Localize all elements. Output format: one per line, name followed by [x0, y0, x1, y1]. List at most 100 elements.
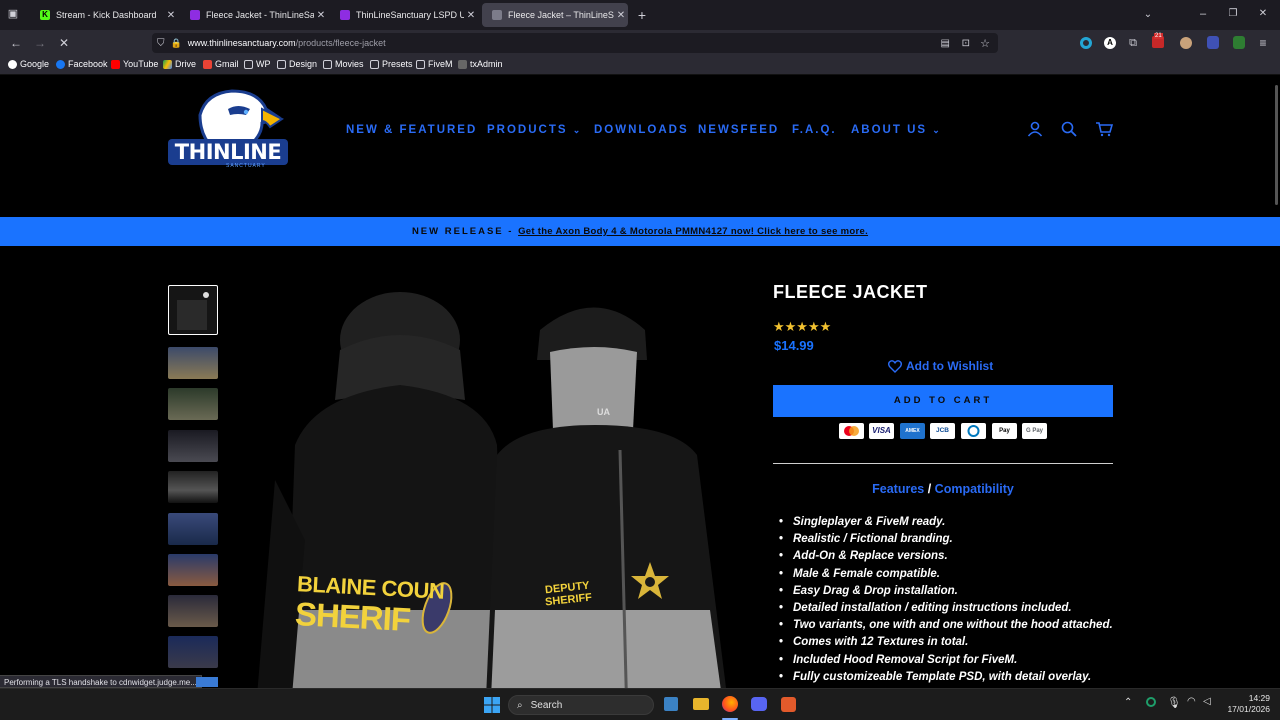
tray-app-icon[interactable]	[1146, 697, 1156, 707]
list-item: Included Hood Removal Script for FiveM.	[777, 652, 1127, 669]
url-bar[interactable]: ⛉ 🔒 www.thinlinesanctuary.com /products/…	[152, 33, 998, 53]
product-title: FLEECE JACKET	[773, 282, 928, 302]
main-product-image[interactable]: UA BLAINE COUN SHERIF DEPUTY SHERIFF	[235, 280, 735, 720]
tab-compatibility[interactable]: Compatibility	[935, 482, 1014, 496]
txadmin-icon	[458, 59, 467, 69]
reader-view-icon[interactable]: ▤	[941, 38, 950, 49]
browser-tab-active[interactable]: Fleece Jacket – ThinLineSanctuary ✕	[482, 3, 628, 27]
nav-newsfeed[interactable]: NEWSFEED	[698, 124, 779, 136]
menu-icon[interactable]: ≡	[1255, 33, 1271, 53]
star-rating[interactable]: ★★★★★	[773, 319, 831, 335]
bookmark-folder-presets[interactable]: Presets	[370, 59, 413, 69]
search-icon[interactable]	[1061, 121, 1077, 137]
adblock-icon[interactable]	[1233, 36, 1245, 49]
account-icon[interactable]	[1027, 121, 1043, 137]
nav-faq[interactable]: F.A.Q.	[792, 124, 837, 136]
product-thumbnail[interactable]	[168, 388, 218, 420]
screenshot-icon[interactable]: ⊡	[962, 38, 970, 49]
bookmark-folder-movies[interactable]: Movies	[323, 59, 364, 69]
firefox-icon[interactable]	[722, 696, 738, 712]
close-icon[interactable]: ✕	[614, 10, 628, 21]
tab-list-icon[interactable]: ▣	[4, 4, 22, 24]
maximize-icon[interactable]: ❐	[1224, 4, 1242, 24]
visa-icon: VISA	[869, 423, 894, 439]
back-arrow-icon[interactable]: ←	[7, 33, 25, 53]
wifi-icon[interactable]: ◠	[1187, 696, 1196, 707]
windows-start-icon[interactable]	[484, 697, 500, 713]
bookmark-txadmin[interactable]: txAdmin	[458, 59, 503, 69]
minimize-icon[interactable]: –	[1194, 4, 1212, 24]
close-icon[interactable]: ✕	[464, 10, 478, 21]
bookmark-folder-wp[interactable]: WP	[244, 59, 271, 69]
tab-title: Stream - Kick Dashboard	[56, 10, 157, 20]
browser-tab-kick[interactable]: K Stream - Kick Dashboard ✕	[30, 3, 178, 27]
clock-date: 17/01/2026	[1227, 704, 1270, 714]
taskbar-search[interactable]: ⌕ Search	[508, 695, 654, 715]
microphone-icon[interactable]: 🎙	[1167, 696, 1181, 709]
cart-icon[interactable]	[1095, 121, 1113, 137]
clock-time: 14:29	[1248, 693, 1270, 703]
list-item: Comes with 12 Textures in total.	[777, 634, 1127, 651]
bookmark-facebook[interactable]: Facebook	[56, 59, 108, 69]
add-to-wishlist-button[interactable]: Add to Wishlist	[888, 359, 993, 373]
browser-tab-lspd[interactable]: ThinLineSanctuary LSPD Uniform ✕	[330, 3, 478, 27]
app-icon[interactable]	[781, 697, 796, 712]
nav-downloads[interactable]: DOWNLOADS	[594, 124, 689, 136]
product-thumbnail[interactable]	[168, 347, 218, 379]
bookmark-drive[interactable]: Drive	[163, 59, 196, 69]
list-item: Male & Female compatible.	[777, 566, 1127, 583]
taskbar: ⌕ Search ⌃ 🎙 ◠ ◁ 14:29 17/01/2026	[0, 688, 1280, 720]
features-list: Singleplayer & FiveM ready. Realistic / …	[777, 514, 1127, 686]
product-thumbnail[interactable]	[168, 471, 218, 503]
shield-extension-icon[interactable]	[1207, 36, 1219, 49]
bookmark-youtube[interactable]: YouTube	[111, 59, 158, 69]
product-thumbnail[interactable]	[168, 554, 218, 586]
extension-icon[interactable]	[1180, 37, 1192, 49]
product-thumbnail[interactable]	[168, 430, 218, 462]
stop-loading-icon[interactable]: ✕	[55, 33, 73, 53]
bookmark-google[interactable]: Google	[8, 59, 49, 69]
announcement-link[interactable]: Get the Axon Body 4 & Motorola PMMN4127 …	[518, 226, 868, 237]
nav-products[interactable]: PRODUCTS ⌄	[487, 124, 582, 136]
product-price: $14.99	[774, 338, 814, 353]
tab-features[interactable]: Features	[872, 482, 924, 496]
account-icon[interactable]: A	[1104, 37, 1116, 49]
amex-icon: AMEX	[900, 423, 925, 439]
nav-new-featured[interactable]: NEW & FEATURED	[346, 124, 477, 136]
product-thumbnail[interactable]	[168, 285, 218, 335]
folder-icon	[370, 59, 379, 69]
list-item: Realistic / Fictional branding.	[777, 531, 1127, 548]
product-thumbnail[interactable]	[168, 636, 218, 668]
files-app-icon[interactable]	[664, 697, 678, 711]
folder-icon[interactable]	[693, 698, 709, 710]
site-logo[interactable]: THINLINE SANCTUARY	[166, 87, 290, 173]
browser-tab-fleece[interactable]: Fleece Jacket - ThinLineSanctuary ✕	[180, 3, 328, 27]
scrollbar-thumb[interactable]	[1275, 85, 1278, 205]
chevron-down-icon[interactable]: ⌄	[1140, 5, 1156, 25]
discord-icon[interactable]	[751, 697, 767, 711]
chevron-up-icon[interactable]: ⌃	[1124, 697, 1132, 708]
product-thumbnail[interactable]	[168, 595, 218, 627]
clock[interactable]: 14:29 17/01/2026	[1220, 693, 1270, 715]
extension-icon[interactable]	[1080, 37, 1092, 49]
volume-icon[interactable]: ◁	[1203, 696, 1211, 707]
lock-icon[interactable]: 🔒	[171, 38, 182, 49]
new-tab-icon[interactable]: +	[634, 5, 650, 25]
puzzle-icon[interactable]: ⧉	[1125, 33, 1141, 53]
bookmark-star-icon[interactable]: ☆	[980, 37, 990, 50]
add-to-cart-button[interactable]: ADD TO CART	[773, 385, 1113, 417]
close-icon[interactable]: ✕	[314, 10, 328, 21]
close-window-icon[interactable]: ✕	[1254, 4, 1272, 24]
list-item: Singleplayer & FiveM ready.	[777, 514, 1127, 531]
nav-about-us[interactable]: ABOUT US ⌄	[851, 124, 942, 136]
bookmark-folder-design[interactable]: Design	[277, 59, 317, 69]
heart-icon	[888, 359, 902, 373]
close-icon[interactable]: ✕	[164, 10, 178, 21]
shield-icon[interactable]: ⛉	[157, 38, 165, 49]
product-thumbnail[interactable]	[168, 513, 218, 545]
list-item: Detailed installation / editing instruct…	[777, 600, 1127, 617]
bookmark-folder-fivem[interactable]: FiveM	[416, 59, 453, 69]
forward-arrow-icon[interactable]: →	[31, 33, 49, 53]
kick-icon: K	[40, 10, 50, 20]
bookmark-gmail[interactable]: Gmail	[203, 59, 239, 69]
